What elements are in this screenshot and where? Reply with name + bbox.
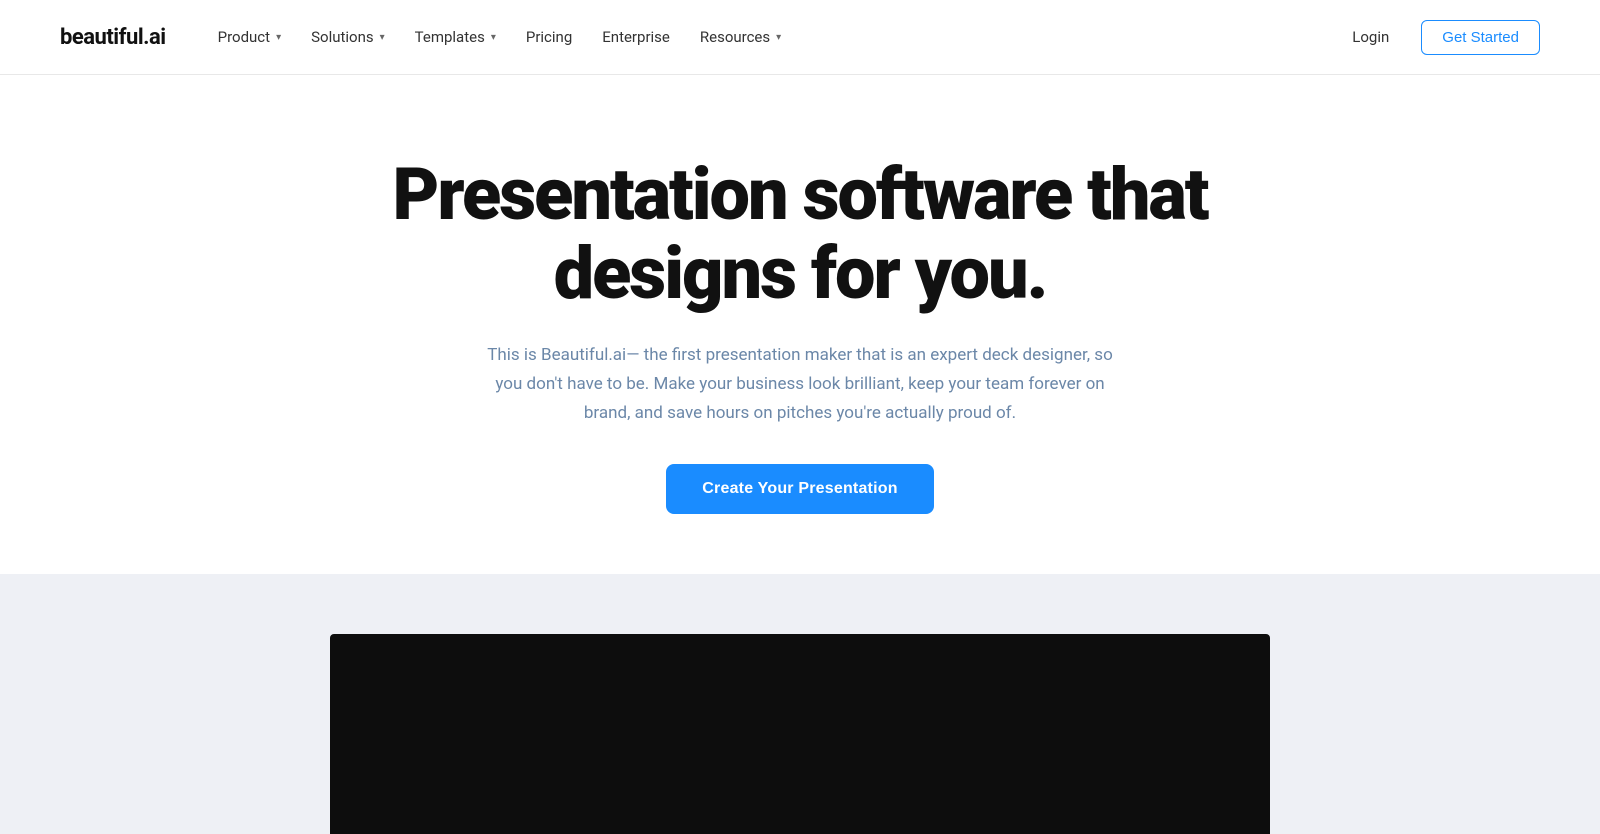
nav-item-templates[interactable]: Templates ▾ bbox=[403, 20, 508, 54]
chevron-down-icon: ▾ bbox=[491, 32, 496, 43]
nav-item-pricing[interactable]: Pricing bbox=[514, 20, 584, 54]
navbar-right: Login Get Started bbox=[1336, 20, 1540, 55]
nav-item-enterprise[interactable]: Enterprise bbox=[590, 20, 682, 54]
nav-item-resources[interactable]: Resources ▾ bbox=[688, 20, 793, 54]
nav-label-pricing: Pricing bbox=[526, 28, 572, 46]
nav-label-product: Product bbox=[218, 28, 270, 46]
logo[interactable]: beautiful.ai bbox=[60, 25, 166, 50]
get-started-button[interactable]: Get Started bbox=[1421, 20, 1540, 55]
navbar-left: beautiful.ai Product ▾ Solutions ▾ Templ… bbox=[60, 20, 793, 54]
create-presentation-button[interactable]: Create Your Presentation bbox=[666, 464, 933, 514]
nav-items: Product ▾ Solutions ▾ Templates ▾ Pricin… bbox=[206, 20, 794, 54]
navbar: beautiful.ai Product ▾ Solutions ▾ Templ… bbox=[0, 0, 1600, 75]
nav-label-solutions: Solutions bbox=[311, 28, 374, 46]
chevron-down-icon: ▾ bbox=[776, 32, 781, 43]
login-button[interactable]: Login bbox=[1336, 20, 1405, 54]
nav-label-resources: Resources bbox=[700, 28, 770, 46]
nav-label-templates: Templates bbox=[415, 28, 485, 46]
hero-title-line2: designs for you. bbox=[554, 231, 1047, 316]
gray-section bbox=[0, 574, 1600, 834]
chevron-down-icon: ▾ bbox=[276, 32, 281, 43]
nav-label-enterprise: Enterprise bbox=[602, 28, 670, 46]
nav-item-product[interactable]: Product ▾ bbox=[206, 20, 293, 54]
demo-preview bbox=[330, 634, 1270, 834]
nav-item-solutions[interactable]: Solutions ▾ bbox=[299, 20, 397, 54]
chevron-down-icon: ▾ bbox=[380, 32, 385, 43]
hero-title-line1: Presentation software that bbox=[392, 152, 1207, 237]
hero-title: Presentation software that designs for y… bbox=[392, 155, 1207, 313]
hero-subtitle: This is Beautiful.ai— the first presenta… bbox=[480, 341, 1120, 428]
hero-section: Presentation software that designs for y… bbox=[0, 75, 1600, 574]
